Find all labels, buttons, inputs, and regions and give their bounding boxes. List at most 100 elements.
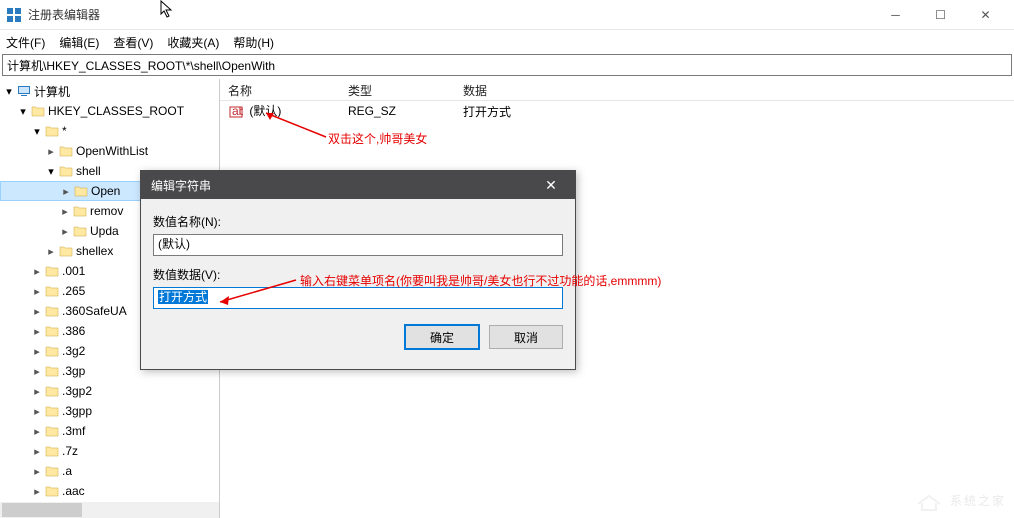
folder-icon [44, 283, 60, 299]
chevron-right-icon[interactable]: ▸ [30, 364, 44, 378]
value-data-label: 数值数据(V): [153, 266, 563, 283]
folder-icon [44, 323, 60, 339]
col-data[interactable]: 数据 [455, 79, 1014, 100]
tree-ext[interactable]: ▸.3gpp [0, 401, 219, 421]
chevron-right-icon[interactable]: ▸ [44, 144, 58, 158]
chevron-right-icon[interactable]: ▸ [30, 284, 44, 298]
tree-ext[interactable]: ▸ .aac [0, 481, 219, 501]
chevron-right-icon[interactable]: ▸ [30, 304, 44, 318]
cancel-button[interactable]: 取消 [489, 325, 563, 349]
folder-icon [44, 363, 60, 379]
tree-ext[interactable]: ▸.7z [0, 441, 219, 461]
folder-icon [44, 303, 60, 319]
list-header: 名称 类型 数据 [220, 79, 1014, 101]
folder-icon [44, 443, 60, 459]
folder-icon [73, 183, 89, 199]
value-name-label: 数值名称(N): [153, 213, 563, 230]
folder-icon [44, 463, 60, 479]
chevron-right-icon[interactable]: ▸ [30, 464, 44, 478]
chevron-right-icon[interactable]: ▸ [58, 224, 72, 238]
menu-file[interactable]: 文件(F) [6, 34, 45, 51]
address-path: 计算机\HKEY_CLASSES_ROOT\*\shell\OpenWith [7, 57, 275, 74]
chevron-right-icon[interactable]: ▸ [44, 244, 58, 258]
horizontal-scrollbar[interactable] [0, 502, 219, 518]
folder-icon [72, 203, 88, 219]
value-data-field[interactable]: 打开方式 [153, 287, 563, 309]
folder-icon [44, 423, 60, 439]
title-bar: 注册表编辑器 ─ ☐ ✕ [0, 0, 1014, 30]
tree-root[interactable]: ▾ 计算机 [0, 81, 219, 101]
string-value-icon: ab [228, 104, 244, 120]
chevron-right-icon[interactable]: ▸ [30, 324, 44, 338]
computer-icon [16, 83, 32, 99]
folder-icon [58, 143, 74, 159]
tree-label: .a [62, 464, 72, 478]
dialog-titlebar[interactable]: 编辑字符串 ✕ [141, 171, 575, 199]
chevron-right-icon[interactable]: ▸ [30, 264, 44, 278]
minimize-button[interactable]: ─ [873, 1, 918, 29]
value-row[interactable]: ab (默认) REG_SZ 打开方式 [220, 101, 1014, 121]
tree-label: .3gp [62, 364, 85, 378]
tree-ext[interactable]: ▸ .3gp2 [0, 381, 219, 401]
tree-openwithlist[interactable]: ▸ OpenWithList [0, 141, 219, 161]
tree-label: .3g2 [62, 344, 85, 358]
tree-label: .001 [62, 264, 85, 278]
tree-label: 计算机 [34, 83, 70, 100]
chevron-down-icon[interactable]: ▾ [2, 84, 16, 98]
ok-button[interactable]: 确定 [405, 325, 479, 349]
folder-icon [44, 403, 60, 419]
tree-label: .360SafeUA [62, 304, 127, 318]
value-name: (默认) [249, 104, 281, 118]
chevron-down-icon[interactable]: ▾ [30, 124, 44, 138]
tree-label: .265 [62, 284, 85, 298]
chevron-right-icon[interactable]: ▸ [30, 384, 44, 398]
col-name[interactable]: 名称 [220, 79, 340, 100]
col-type[interactable]: 类型 [340, 79, 455, 100]
tree-ext[interactable]: ▸ .3mf [0, 421, 219, 441]
menu-favorites[interactable]: 收藏夹(A) [167, 34, 219, 51]
tree-label: .3gp2 [62, 384, 92, 398]
tree-label: * [62, 124, 67, 138]
menu-view[interactable]: 查看(V) [113, 34, 153, 51]
tree-label: .3mf [62, 424, 85, 438]
edit-string-dialog: 编辑字符串 ✕ 数值名称(N): (默认) 数值数据(V): 打开方式 确定 取… [140, 170, 576, 370]
folder-icon [44, 263, 60, 279]
menu-edit[interactable]: 编辑(E) [59, 34, 99, 51]
folder-icon [44, 483, 60, 499]
scrollbar-thumb[interactable] [2, 503, 82, 517]
tree-label: shellex [76, 244, 113, 258]
value-data: 打开方式 [455, 103, 1014, 120]
close-button[interactable]: ✕ [963, 1, 1008, 29]
tree-label: Upda [90, 224, 119, 238]
value-name-field[interactable]: (默认) [153, 234, 563, 256]
tree-ext[interactable]: ▸ .a [0, 461, 219, 481]
chevron-right-icon[interactable]: ▸ [30, 344, 44, 358]
menu-help[interactable]: 帮助(H) [233, 34, 274, 51]
dialog-close-icon[interactable]: ✕ [537, 177, 565, 194]
chevron-down-icon[interactable]: ▾ [44, 164, 58, 178]
tree-label: OpenWithList [76, 144, 148, 158]
selected-text: 打开方式 [158, 290, 208, 304]
tree-hive[interactable]: ▾ HKEY_CLASSES_ROOT [0, 101, 219, 121]
chevron-right-icon[interactable]: ▸ [30, 484, 44, 498]
svg-text:ab: ab [232, 105, 243, 118]
tree-label: remov [90, 204, 123, 218]
app-icon [6, 7, 22, 23]
tree-star[interactable]: ▾ * [0, 121, 219, 141]
tree-label: shell [76, 164, 101, 178]
chevron-right-icon[interactable]: ▸ [58, 204, 72, 218]
chevron-down-icon[interactable]: ▾ [16, 104, 30, 118]
address-bar[interactable]: 计算机\HKEY_CLASSES_ROOT\*\shell\OpenWith [2, 54, 1012, 76]
chevron-right-icon[interactable]: ▸ [30, 444, 44, 458]
chevron-right-icon[interactable]: ▸ [59, 184, 73, 198]
folder-icon [44, 383, 60, 399]
folder-icon [30, 103, 46, 119]
chevron-right-icon[interactable]: ▸ [30, 424, 44, 438]
window-title: 注册表编辑器 [28, 6, 873, 23]
maximize-button[interactable]: ☐ [918, 1, 963, 29]
folder-icon [72, 223, 88, 239]
folder-icon [44, 123, 60, 139]
tree-label: .386 [62, 324, 85, 338]
tree-label: .aac [62, 484, 85, 498]
chevron-right-icon[interactable]: ▸ [30, 404, 44, 418]
